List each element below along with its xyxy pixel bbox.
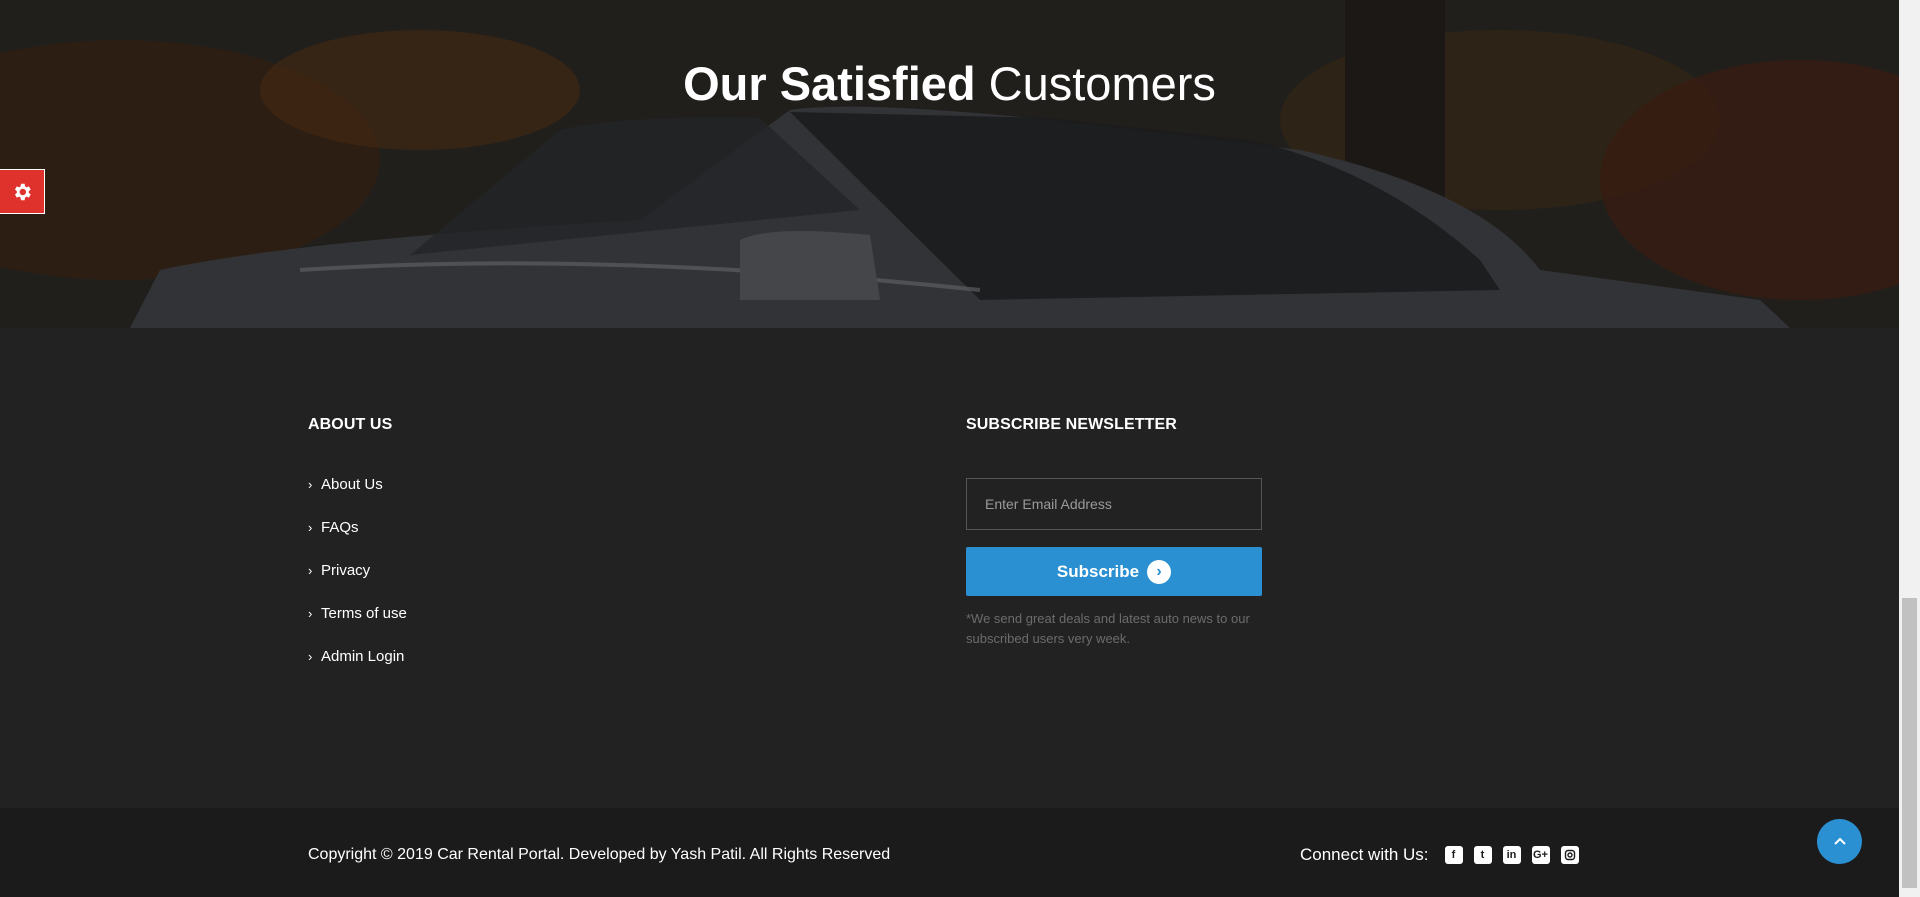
newsletter-heading: SUBSCRIBE NEWSLETTER bbox=[966, 416, 1177, 433]
newsletter-column: SUBSCRIBE NEWSLETTER Subscribe › *We sen… bbox=[966, 416, 1262, 649]
link-label[interactable]: Admin Login bbox=[321, 648, 404, 665]
footer-link-privacy[interactable]: › Privacy bbox=[308, 562, 407, 605]
link-label[interactable]: Privacy bbox=[321, 562, 370, 579]
hero-background-car-image bbox=[0, 0, 1899, 328]
hero-banner: Our Satisfied Customers bbox=[0, 0, 1899, 328]
chevron-right-icon: › bbox=[308, 477, 313, 492]
link-label[interactable]: Terms of use bbox=[321, 605, 407, 622]
email-field[interactable] bbox=[966, 478, 1262, 530]
title-light: Customers bbox=[988, 57, 1216, 110]
footer-link-faqs[interactable]: › FAQs bbox=[308, 519, 407, 562]
footer-bottom: Copyright © 2019 Car Rental Portal. Deve… bbox=[0, 808, 1899, 897]
newsletter-note: *We send great deals and latest auto new… bbox=[966, 611, 1250, 646]
chevron-right-icon: › bbox=[308, 606, 313, 621]
footer-link-about-us[interactable]: › About Us bbox=[308, 476, 407, 519]
social-connect: Connect with Us: f t in G+ bbox=[1300, 845, 1579, 865]
chevron-right-circle-icon: › bbox=[1147, 559, 1172, 584]
settings-toggle-button[interactable] bbox=[0, 169, 45, 214]
page-scrollbar[interactable] bbox=[1899, 0, 1920, 897]
chevron-up-icon bbox=[1833, 837, 1846, 845]
subscribe-button[interactable]: Subscribe › bbox=[966, 547, 1262, 596]
link-label[interactable]: FAQs bbox=[321, 519, 359, 536]
twitter-icon[interactable]: t bbox=[1473, 846, 1492, 864]
about-links: › About Us › FAQs › Privacy › Terms of use ›… bbox=[308, 476, 407, 691]
footer-link-admin-login[interactable]: › Admin Login bbox=[308, 648, 407, 691]
chevron-right-icon: › bbox=[308, 520, 313, 535]
title-bold: Our Satisfied bbox=[683, 57, 976, 110]
gear-icon bbox=[14, 183, 31, 200]
copyright-text: Copyright © 2019 Car Rental Portal. Deve… bbox=[308, 846, 891, 863]
connect-label: Connect with Us: bbox=[1300, 845, 1429, 864]
instagram-icon[interactable] bbox=[1560, 846, 1579, 864]
section-title: Our Satisfied Customers bbox=[0, 56, 1899, 111]
footer-link-terms[interactable]: › Terms of use bbox=[308, 605, 407, 648]
facebook-icon[interactable]: f bbox=[1444, 846, 1463, 864]
google-plus-icon[interactable]: G+ bbox=[1531, 846, 1550, 864]
footer-top: ABOUT US › About Us › FAQs › Privacy › Terms… bbox=[0, 328, 1899, 808]
link-label[interactable]: About Us bbox=[321, 476, 383, 493]
back-to-top-button[interactable] bbox=[1817, 819, 1862, 864]
chevron-right-icon: › bbox=[308, 649, 313, 664]
subscribe-label: Subscribe bbox=[1056, 561, 1140, 581]
about-column: ABOUT US › About Us › FAQs › Privacy › Terms… bbox=[308, 416, 407, 691]
about-heading: ABOUT US bbox=[308, 416, 393, 433]
linkedin-icon[interactable]: in bbox=[1502, 846, 1521, 864]
scrollbar-thumb[interactable] bbox=[1902, 598, 1917, 888]
chevron-right-icon: › bbox=[308, 563, 313, 578]
social-icons: f t in G+ bbox=[1444, 846, 1579, 864]
